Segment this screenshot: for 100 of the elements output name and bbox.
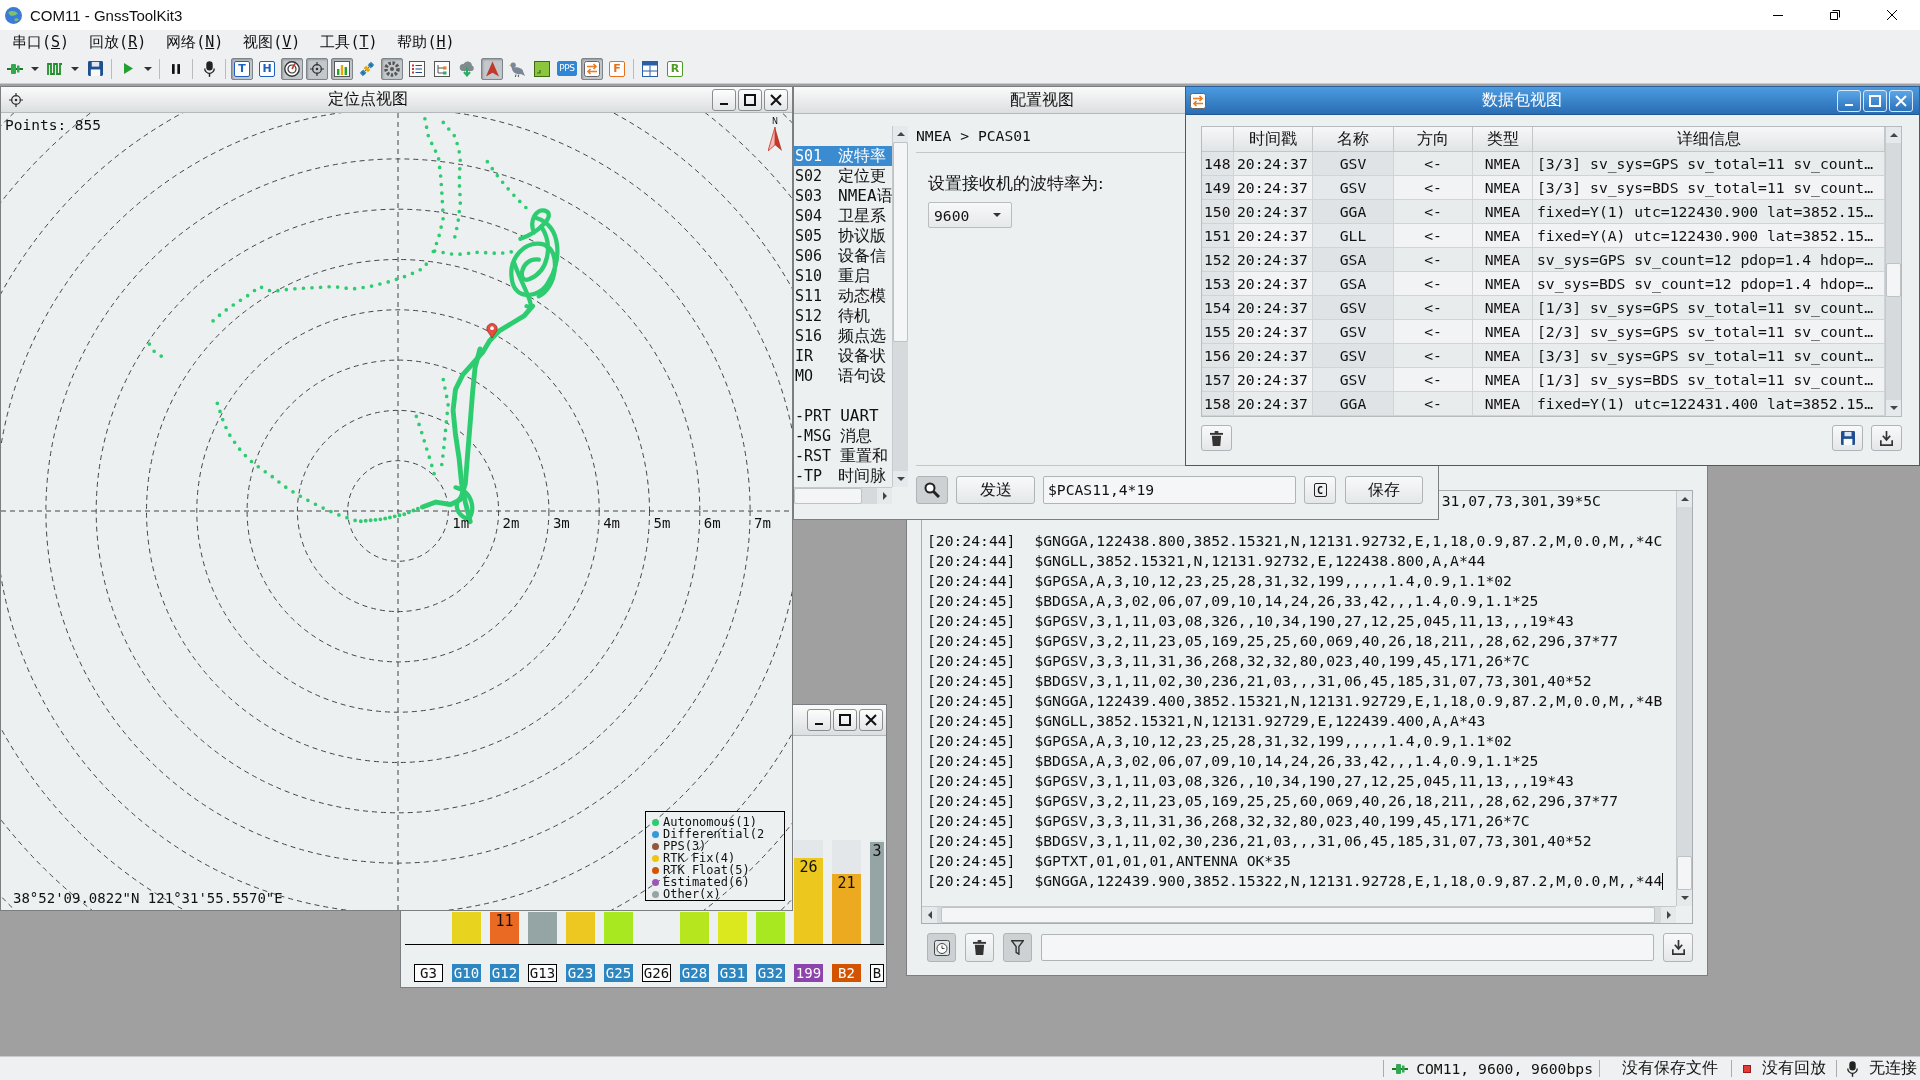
column-header[interactable]: 详细信息: [1533, 127, 1885, 152]
row-number: 156: [1202, 344, 1234, 368]
baud-rate-dropdown[interactable]: 9600: [928, 202, 1012, 228]
list-item[interactable]: S01 波特率: [794, 146, 892, 166]
maximize-icon: [839, 714, 851, 726]
vertical-scrollbar[interactable]: [1676, 491, 1692, 906]
crosshair-icon: [310, 61, 324, 76]
table-cell: 20:24:37: [1234, 368, 1313, 392]
column-header[interactable]: 类型: [1473, 127, 1533, 152]
command-field[interactable]: $PCAS11,4*19: [1043, 476, 1296, 504]
clear-button[interactable]: C: [1304, 476, 1336, 504]
column-header[interactable]: 名称: [1313, 127, 1394, 152]
scroll-up-button[interactable]: [1886, 127, 1901, 143]
list-item[interactable]: -PRT UART: [794, 406, 892, 426]
scroll-down-button[interactable]: [1677, 890, 1692, 906]
list-item[interactable]: S11 动态模: [794, 286, 892, 306]
list-item[interactable]: S03 NMEA语: [794, 186, 892, 206]
list-item[interactable]: S10 重启: [794, 266, 892, 286]
scroll-right-button[interactable]: [877, 488, 892, 504]
list-item[interactable]: MO 语句设: [794, 366, 892, 386]
satellite-tag: G25: [604, 964, 633, 982]
table-cell: GGA: [1313, 392, 1394, 416]
search-button[interactable]: [916, 476, 948, 504]
scroll-down-button[interactable]: [893, 471, 908, 487]
column-header[interactable]: 时间戳: [1234, 127, 1313, 152]
table-cell: <-: [1394, 152, 1473, 176]
scrollbar-thumb[interactable]: [794, 488, 862, 504]
toolbar-button[interactable]: [306, 57, 328, 80]
minimize-button[interactable]: [807, 709, 831, 731]
table-cell: [1/3] sv_sys=BDS sv_total=11 sv_count…: [1533, 368, 1885, 392]
scrollbar-thumb[interactable]: [1677, 856, 1692, 890]
vertical-scrollbar[interactable]: [1885, 127, 1901, 416]
caret-icon: [71, 66, 79, 71]
close-button[interactable]: [764, 88, 788, 111]
table-cell: 20:24:37: [1234, 344, 1313, 368]
clear-button[interactable]: [1201, 425, 1232, 451]
scrollbar-thumb[interactable]: [893, 142, 908, 342]
menu-item[interactable]: 网络(N): [156, 31, 234, 53]
log-message: $GNGGA,122439.900,3852.15322,N,12131.92728,E,1,18,0.9,87.2,M,0.0,M,,*44: [1034, 871, 1663, 891]
column-header[interactable]: 方向: [1394, 127, 1473, 152]
menu-item[interactable]: 串口(S): [2, 31, 80, 53]
table-cell: 20:24:37: [1234, 296, 1313, 320]
ring-label: 5m: [653, 515, 671, 531]
list-item[interactable]: S04 卫星系: [794, 206, 892, 226]
toolbar-button[interactable]: [281, 57, 303, 80]
vertical-scrollbar[interactable]: [892, 126, 908, 487]
clear-button[interactable]: [965, 933, 994, 962]
timestamp-toggle-button[interactable]: [927, 933, 956, 962]
table-cell: GSV: [1313, 176, 1394, 200]
toolbar-button[interactable]: [331, 57, 353, 80]
legend-label: Estimated(6): [663, 876, 750, 888]
maximize-button[interactable]: [833, 709, 857, 731]
minimize-button[interactable]: [712, 88, 736, 111]
scrollbar-thumb[interactable]: [1886, 263, 1901, 297]
scroll-left-button[interactable]: [922, 907, 937, 923]
table-cell: <-: [1394, 320, 1473, 344]
log-message: $GPGSV,3,1,11,03,08,326,,10,34,190,27,12,25,045,11,13,,,19*43: [1034, 611, 1574, 631]
save-button[interactable]: 保存: [1345, 476, 1423, 504]
text-cursor: [1662, 872, 1664, 890]
log-timestamp: [20:24:45]: [927, 771, 1016, 791]
filter-field[interactable]: [1041, 934, 1654, 961]
scroll-up-button[interactable]: [893, 126, 908, 142]
menu-item[interactable]: 工具(T): [310, 31, 388, 53]
close-button[interactable]: [859, 709, 883, 731]
maximize-button[interactable]: [738, 88, 762, 111]
horizontal-scrollbar[interactable]: [794, 487, 892, 504]
export-button[interactable]: [1663, 933, 1693, 962]
list-item[interactable]: -TP 时间脉: [794, 466, 892, 486]
legend-label: PPS(3): [663, 840, 707, 852]
scroll-up-button[interactable]: [1677, 491, 1692, 507]
export-button[interactable]: [1871, 425, 1902, 451]
toolbar-button[interactable]: [381, 57, 403, 80]
menu-item[interactable]: 帮助(H): [387, 31, 465, 53]
table-cell: <-: [1394, 344, 1473, 368]
toolbar-button[interactable]: T: [231, 57, 253, 80]
list-item[interactable]: S05 协议版: [794, 226, 892, 246]
list-item[interactable]: -MSG 消息: [794, 426, 892, 446]
scroll-right-button[interactable]: [1661, 907, 1676, 923]
menu-item[interactable]: 回放(R): [79, 31, 157, 53]
table-cell: NMEA: [1473, 224, 1533, 248]
scroll-down-button[interactable]: [1886, 400, 1901, 416]
save-button[interactable]: [1832, 425, 1863, 451]
legend-label: RTK Float(5): [663, 864, 750, 876]
list-item[interactable]: S02 定位更: [794, 166, 892, 186]
filter-button[interactable]: [1003, 933, 1032, 962]
save-icon: [1840, 431, 1855, 445]
list-item[interactable]: IR 设备状: [794, 346, 892, 366]
log-timestamp: [20:24:44]: [927, 571, 1016, 591]
log-message: $GPTXT,01,01,01,ANTENNA OK*35: [1034, 851, 1291, 871]
send-button[interactable]: 发送: [956, 476, 1035, 504]
log-timestamp: [20:24:45]: [927, 851, 1016, 871]
row-number: 158: [1202, 392, 1234, 416]
list-item[interactable]: -RST 重置和: [794, 446, 892, 466]
menu-item[interactable]: 视图(V): [233, 31, 311, 53]
table-cell: 20:24:37: [1234, 224, 1313, 248]
list-item[interactable]: S06 设备信: [794, 246, 892, 266]
table-cell: <-: [1394, 200, 1473, 224]
list-item[interactable]: S12 待机: [794, 306, 892, 326]
log-timestamp: [20:24:44]: [927, 531, 1016, 551]
list-item[interactable]: S16 频点选: [794, 326, 892, 346]
